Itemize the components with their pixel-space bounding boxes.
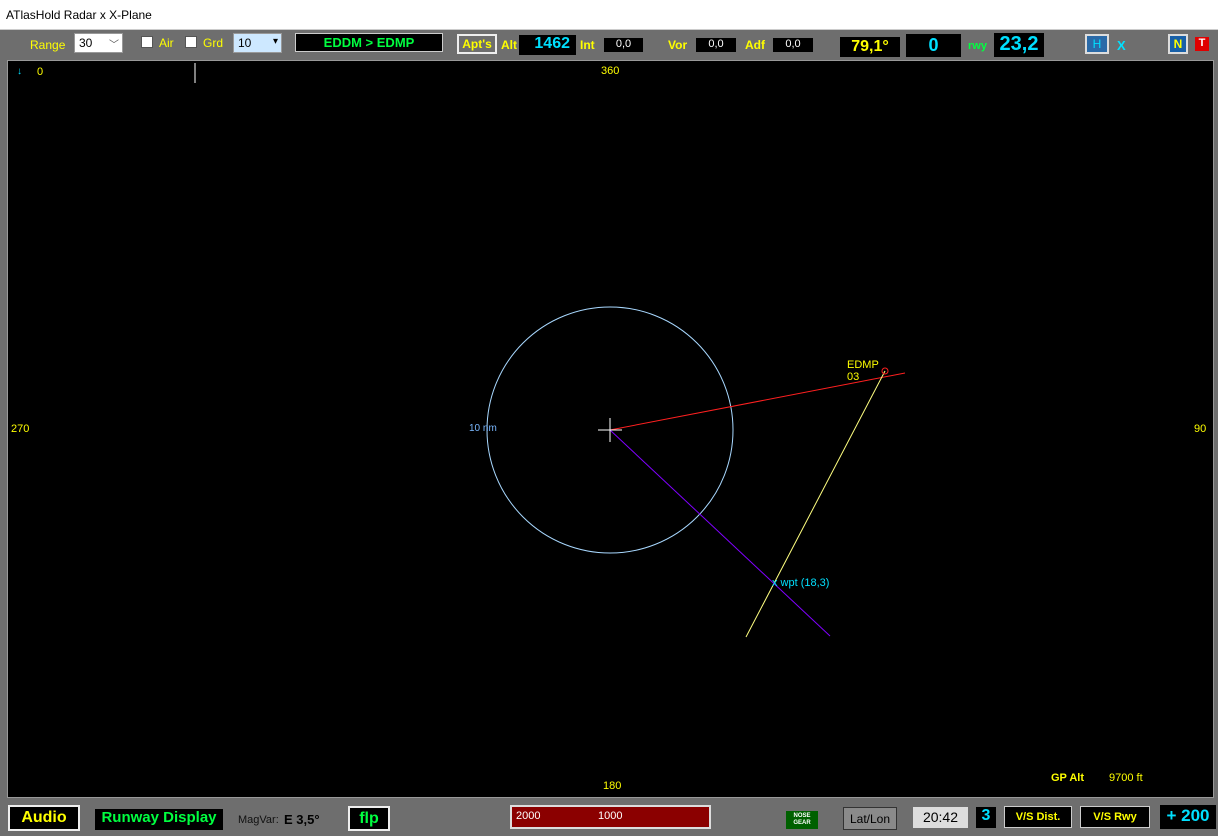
ring-label: 10 nm [469,423,497,434]
range-select[interactable]: 30 ﹀ [74,33,123,53]
title-bar: ATlasHold Radar x X-Plane [0,0,1218,30]
waypoint-line [609,429,831,637]
grd-checkbox[interactable] [185,36,197,48]
airport-code: EDMP [847,359,879,371]
magvar-value: E 3,5° [284,812,320,827]
grd-value: 10 [238,36,252,50]
counter-value: 0 [928,35,939,55]
time-display: 20:42 [913,807,968,828]
vs-dist-label: V/S Dist. [1015,811,1061,823]
vs-rwy-button[interactable]: V/S Rwy [1080,806,1150,828]
t-button-label: T [1198,37,1206,49]
grd-label: Grd [203,36,224,50]
radar-display[interactable]: ↓ 0 360 90 180 270 10 nm EDMP 03 x wpt (… [7,60,1214,798]
adf-display: 0,0 [773,38,813,52]
n-button[interactable]: N [1168,34,1188,54]
route-display: EDDM > EDMP [295,33,443,52]
counter2-value: 3 [981,807,991,824]
heading-180: 180 [603,780,622,792]
x-button[interactable]: X [1117,38,1126,53]
h-button-label: H [1092,37,1102,51]
heading-270: 270 [11,423,30,435]
chevron-down-icon: ﹀ [109,40,119,51]
nose-gear-label: NOSE GEAR [793,813,811,826]
gauge-left-value: 2000 [516,810,541,822]
latlon-button[interactable]: Lat/Lon [843,807,897,830]
int-label: Int [580,38,595,52]
time-value: 20:42 [922,809,959,825]
heading-360: 360 [601,65,620,77]
t-button[interactable]: T [1195,37,1209,51]
adf-label: Adf [745,38,765,52]
airports-button-label: Apt's [462,37,492,51]
approach-line [745,370,886,638]
window-title: ATlasHold Radar x X-Plane [6,8,152,22]
int-value: 0,0 [615,38,632,50]
heading-90: 90 [1194,423,1207,435]
rwy-display: 23,2 [994,33,1044,57]
audio-button-label: Audio [21,809,67,826]
runway-code: 03 [847,371,860,383]
runway-display-label: Runway Display [101,809,217,826]
zero-label: 0 [37,66,44,78]
vor-value: 0,0 [708,38,724,50]
vor-display: 0,0 [696,38,736,52]
alt-label: Alt [501,38,517,52]
radar-canvas [194,63,906,638]
heading-display: 79,1° [840,37,900,57]
runway-display-button[interactable]: Runway Display [95,809,223,830]
triangle-down-icon: ▾ [272,36,278,47]
grd-select[interactable]: 10 ▾ [233,33,282,53]
heading-value: 79,1° [851,38,889,55]
gp-alt-label: GP Alt [1051,772,1085,784]
vs-value: + 200 [1166,806,1210,825]
audio-button[interactable]: Audio [8,805,80,831]
rwy-value: 23,2 [999,33,1039,55]
int-display: 0,0 [604,38,643,52]
alt-display: 1462 [519,35,576,55]
alt-value: 1462 [534,35,570,52]
flp-button-label: flp [359,810,379,827]
flp-button[interactable]: flp [348,806,390,831]
nose-gear-indicator: NOSE GEAR [786,811,818,829]
north-arrow-icon: ↓ [17,66,22,77]
course-line [609,372,906,431]
bottom-bar: Audio Runway Display MagVar: E 3,5° flp … [0,800,1218,836]
air-label: Air [159,36,174,50]
range-value: 30 [79,36,93,50]
vs-dist-button[interactable]: V/S Dist. [1004,806,1072,828]
latlon-button-label: Lat/Lon [849,812,891,826]
vor-label: Vor [668,38,688,52]
counter2-display: 3 [976,807,996,828]
toolbar: Range 30 ﹀ Air Grd 10 ▾ EDDM > EDMP Apt'… [0,30,1218,60]
rwy-label: rwy [968,40,987,52]
magvar-label: MagVar: [238,814,279,826]
gauge-right-value: 1000 [598,810,623,822]
vs-rwy-label: V/S Rwy [1093,811,1137,823]
h-button[interactable]: H [1085,34,1109,54]
vs-value-display: + 200 [1160,805,1216,829]
adf-value: 0,0 [785,38,801,50]
n-button-label: N [1173,37,1183,51]
altitude-gauge: 2000 1000 [510,805,711,829]
range-label: Range [30,38,66,52]
counter-display: 0 [906,34,961,57]
route-text: EDDM > EDMP [323,35,415,50]
gp-alt-value: 9700 ft [1109,772,1143,784]
waypoint-label: x wpt (18,3) [772,577,830,589]
airports-button[interactable]: Apt's [457,34,497,54]
air-checkbox[interactable] [141,36,153,48]
